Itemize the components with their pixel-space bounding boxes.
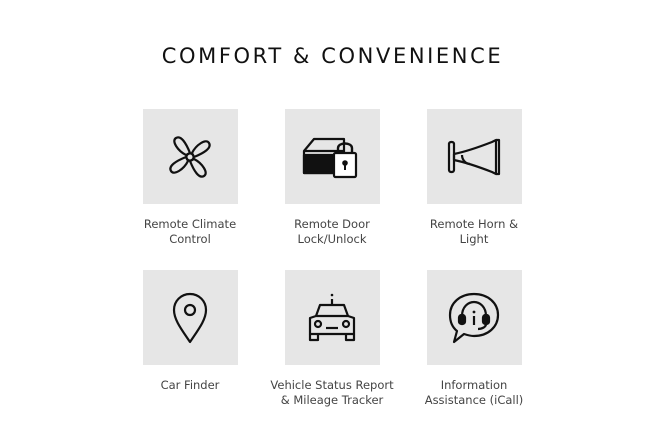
feature-tile[interactable] xyxy=(142,270,238,365)
feature-label: Remote Climate Control xyxy=(143,217,237,246)
headset-chat-icon xyxy=(448,292,500,343)
feature-remote-door-lock[interactable]: Remote Door Lock/Unlock xyxy=(257,109,407,247)
feature-tile[interactable] xyxy=(142,109,238,204)
car-door-lock-icon xyxy=(302,137,358,178)
feature-label: Remote Horn & Light xyxy=(429,217,519,246)
page-title: COMFORT & CONVENIENCE xyxy=(161,44,504,68)
car-status-icon xyxy=(308,293,356,341)
fan-icon xyxy=(169,135,211,178)
feature-tile[interactable] xyxy=(426,270,522,365)
feature-label: Remote Door Lock/Unlock xyxy=(294,217,370,246)
feature-label: Vehicle Status Report & Mileage Tracker xyxy=(270,378,394,407)
feature-vehicle-status[interactable]: Vehicle Status Report & Mileage Tracker xyxy=(257,270,407,408)
horn-icon xyxy=(447,138,501,175)
feature-information-assistance[interactable]: Information Assistance (iCall) xyxy=(399,270,549,408)
feature-label: Information Assistance (iCall) xyxy=(424,378,524,407)
location-pin-icon xyxy=(172,292,208,343)
feature-tile[interactable] xyxy=(426,109,522,204)
feature-tile[interactable] xyxy=(284,109,380,204)
feature-remote-climate[interactable]: Remote Climate Control xyxy=(115,109,265,247)
feature-remote-horn[interactable]: Remote Horn & Light xyxy=(399,109,549,247)
feature-label: Car Finder xyxy=(160,378,220,392)
feature-tile[interactable] xyxy=(284,270,380,365)
feature-car-finder[interactable]: Car Finder xyxy=(115,270,265,393)
